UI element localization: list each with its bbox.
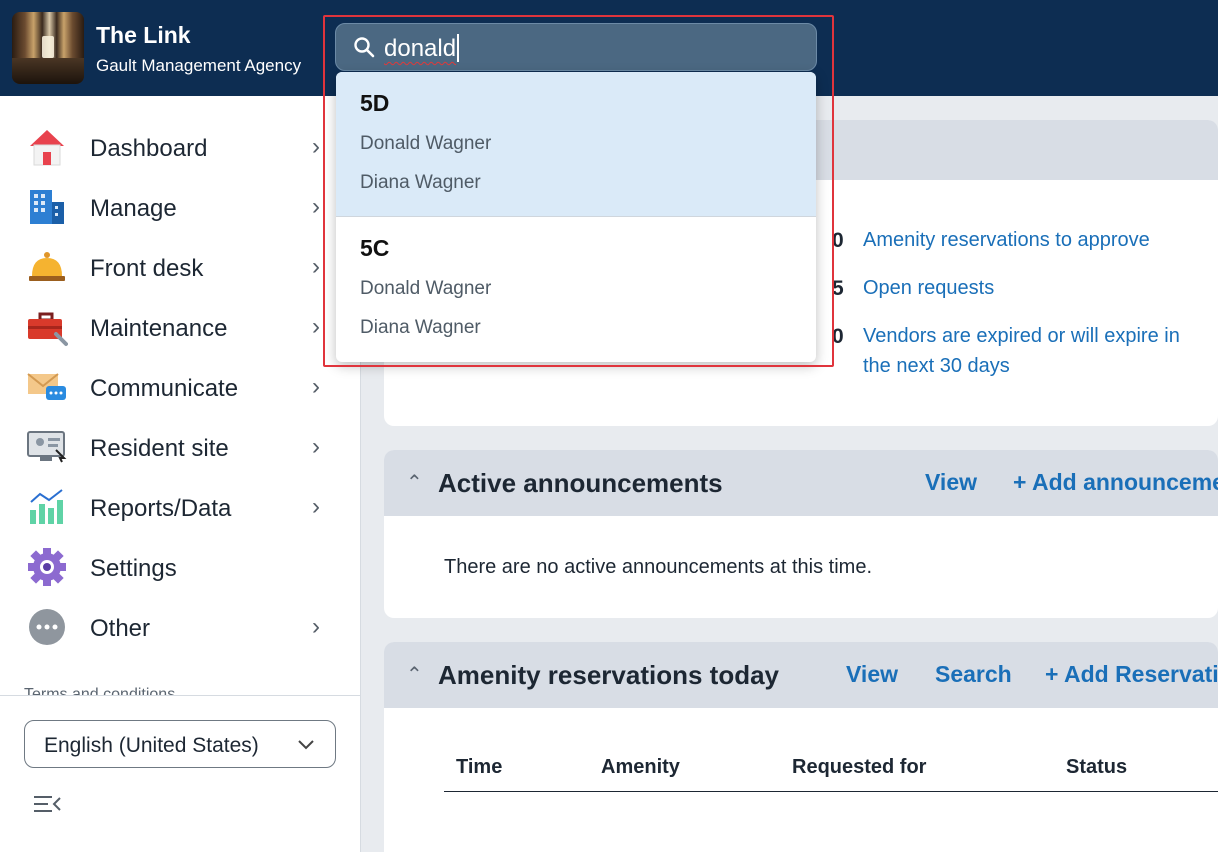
sidebar-item-other[interactable]: Other ›: [0, 596, 360, 656]
reservations-header: ⌃ Amenity reservations today View Search…: [384, 642, 1218, 708]
sidebar-item-label: Resident site: [90, 435, 229, 462]
reservations-title: Amenity reservations today: [438, 660, 780, 690]
sidebar-item-maintenance[interactable]: Maintenance ›: [0, 296, 360, 356]
house-icon: [30, 130, 64, 166]
chevron-right-icon: ›: [312, 253, 320, 280]
toolbox-icon: [28, 312, 68, 346]
table-header-divider: [444, 791, 1218, 792]
bell-icon: [29, 252, 65, 281]
reservations-view-link[interactable]: View: [846, 661, 898, 688]
column-header-amenity[interactable]: Amenity: [601, 756, 680, 779]
stat-link-open-requests[interactable]: Open requests: [863, 273, 994, 303]
column-header-time[interactable]: Time: [456, 756, 502, 779]
language-select[interactable]: English (United States): [24, 720, 336, 768]
collapse-caret-icon[interactable]: ⌃: [406, 662, 423, 687]
gear-icon: [28, 548, 66, 586]
sidebar-item-label: Dashboard: [90, 135, 208, 162]
sidebar-item-label: Reports/Data: [90, 495, 232, 522]
sidebar-item-label: Maintenance: [90, 315, 228, 342]
chevron-right-icon: ›: [312, 613, 320, 640]
property-logo[interactable]: [12, 12, 84, 84]
chart-icon: [30, 489, 63, 524]
collapse-caret-icon[interactable]: ⌃: [406, 470, 423, 495]
column-header-status[interactable]: Status: [1066, 756, 1127, 779]
chevron-right-icon: ›: [312, 313, 320, 340]
sidebar-item-communicate[interactable]: Communicate ›: [0, 356, 360, 416]
property-name: The Link: [96, 22, 191, 48]
announcements-view-link[interactable]: View: [925, 469, 977, 496]
announcements-header: ⌃ Active announcements View + Add announ…: [384, 450, 1218, 516]
sidebar-item-resident-site[interactable]: Resident site ›: [0, 416, 360, 476]
sidebar-item-label: Communicate: [90, 375, 239, 402]
sidebar-item-label: Manage: [90, 195, 177, 222]
no-announcements-message: There are no active announcements at thi…: [444, 556, 873, 578]
sidebar-item-label: Other: [90, 615, 151, 642]
chevron-right-icon: ›: [312, 193, 320, 220]
sidebar: Dashboard › Manage › Front desk › Mainte…: [0, 96, 361, 852]
sidebar-divider: [0, 695, 360, 696]
sidebar-item-front-desk[interactable]: Front desk ›: [0, 236, 360, 296]
chevron-right-icon: ›: [312, 133, 320, 160]
more-icon: [29, 609, 65, 645]
monitor-icon: [27, 431, 67, 463]
language-value: English (United States): [44, 734, 259, 757]
announcements-card: ⌃ Active announcements View + Add announ…: [384, 450, 1218, 618]
chevron-right-icon: ›: [312, 373, 320, 400]
stat-link-vendors-expiring[interactable]: Vendors are expired or will expire in th…: [863, 321, 1208, 381]
reservations-card: ⌃ Amenity reservations today View Search…: [384, 642, 1218, 852]
search-focus-outline: [323, 15, 834, 367]
agency-name: Gault Management Agency: [96, 56, 302, 75]
sidebar-item-label: Settings: [90, 555, 177, 582]
mail-chat-icon: [27, 373, 66, 400]
reservations-search-link[interactable]: Search: [935, 661, 1012, 688]
column-header-requested-for[interactable]: Requested for: [792, 756, 926, 779]
sidebar-item-dashboard[interactable]: Dashboard ›: [0, 116, 360, 176]
sidebar-item-manage[interactable]: Manage ›: [0, 176, 360, 236]
add-announcement-link[interactable]: + Add announcement: [1013, 469, 1218, 496]
building-icon: [30, 190, 64, 224]
sidebar-item-label: Front desk: [90, 255, 204, 282]
chevron-right-icon: ›: [312, 493, 320, 520]
sidebar-item-reports-data[interactable]: Reports/Data ›: [0, 476, 360, 536]
announcements-title: Active announcements: [438, 468, 723, 498]
stat-link-amenity-approvals[interactable]: Amenity reservations to approve: [863, 225, 1150, 255]
sidebar-item-settings[interactable]: Settings: [0, 536, 360, 596]
collapse-menu-icon[interactable]: [32, 792, 64, 816]
chevron-right-icon: ›: [312, 433, 320, 460]
add-reservation-link[interactable]: + Add Reservation: [1045, 661, 1218, 688]
chevron-down-icon: [298, 740, 314, 750]
